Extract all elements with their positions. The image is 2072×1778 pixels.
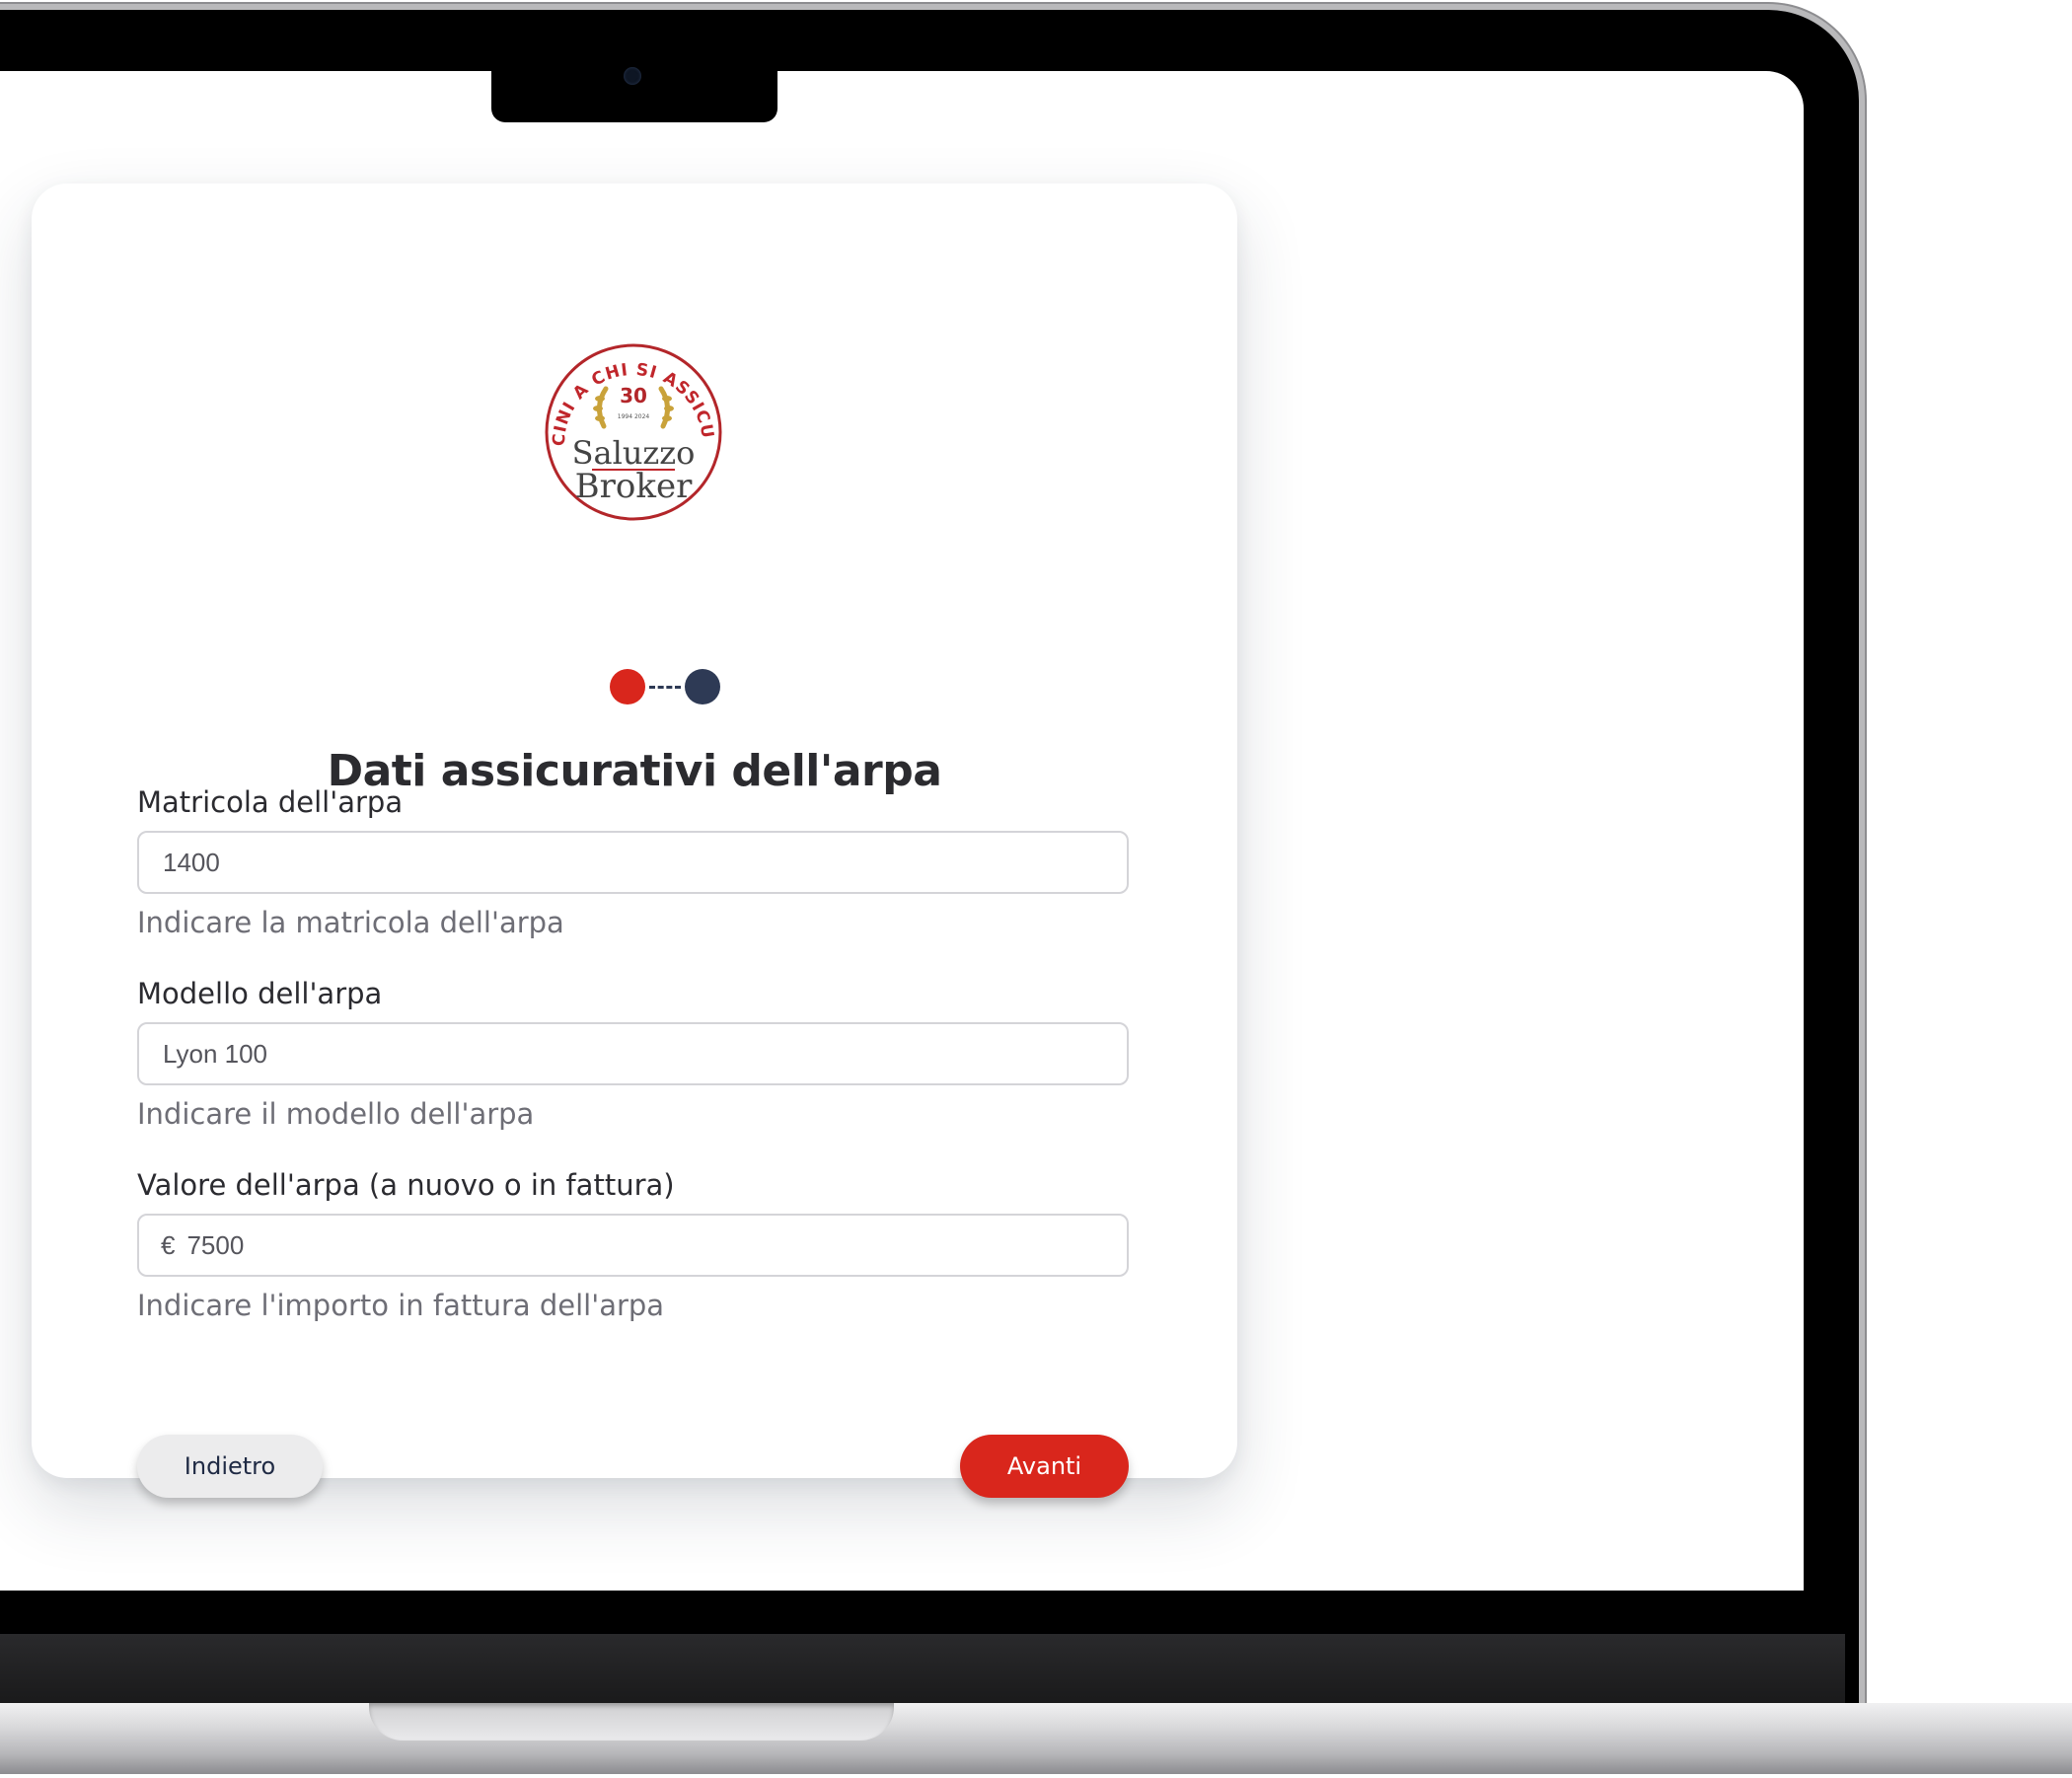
laptop-chin xyxy=(0,1634,1845,1703)
model-help: Indicare il modello dell'arpa xyxy=(137,1097,535,1131)
step-1-indicator xyxy=(610,669,645,704)
progress-stepper xyxy=(610,669,720,704)
serial-number-help: Indicare la matricola dell'arpa xyxy=(137,906,564,939)
svg-text:30: 30 xyxy=(620,384,647,407)
value-label: Valore dell'arpa (a nuovo o in fattura) xyxy=(137,1168,675,1202)
form-card: VICINI A CHI SI ASSICURA 30 1994 2024 Sa… xyxy=(32,184,1237,1498)
camera-icon xyxy=(624,67,641,85)
svg-text:Broker: Broker xyxy=(575,467,693,506)
serial-number-field[interactable] xyxy=(137,831,1129,894)
next-button[interactable]: Avanti xyxy=(960,1435,1129,1498)
serial-number-input[interactable] xyxy=(161,846,1127,879)
laptop-base xyxy=(0,1703,2072,1774)
saluzzo-broker-logo: VICINI A CHI SI ASSICURA 30 1994 2024 Sa… xyxy=(543,341,722,521)
value-input[interactable] xyxy=(185,1228,1127,1262)
value-help: Indicare l'importo in fattura dell'arpa xyxy=(137,1289,665,1322)
back-button[interactable]: Indietro xyxy=(137,1435,323,1498)
svg-text:1994 2024: 1994 2024 xyxy=(618,413,650,420)
euro-currency-prefix: € xyxy=(161,1229,176,1260)
model-input[interactable] xyxy=(161,1037,1127,1071)
model-label: Modello dell'arpa xyxy=(137,977,383,1010)
value-field[interactable]: € xyxy=(137,1214,1129,1277)
step-connector xyxy=(649,685,681,689)
screen: VICINI A CHI SI ASSICURA 30 1994 2024 Sa… xyxy=(0,71,1804,1591)
step-2-indicator xyxy=(685,669,720,704)
model-field[interactable] xyxy=(137,1022,1129,1085)
serial-number-label: Matricola dell'arpa xyxy=(137,785,404,819)
laptop-opening-notch xyxy=(369,1703,894,1741)
